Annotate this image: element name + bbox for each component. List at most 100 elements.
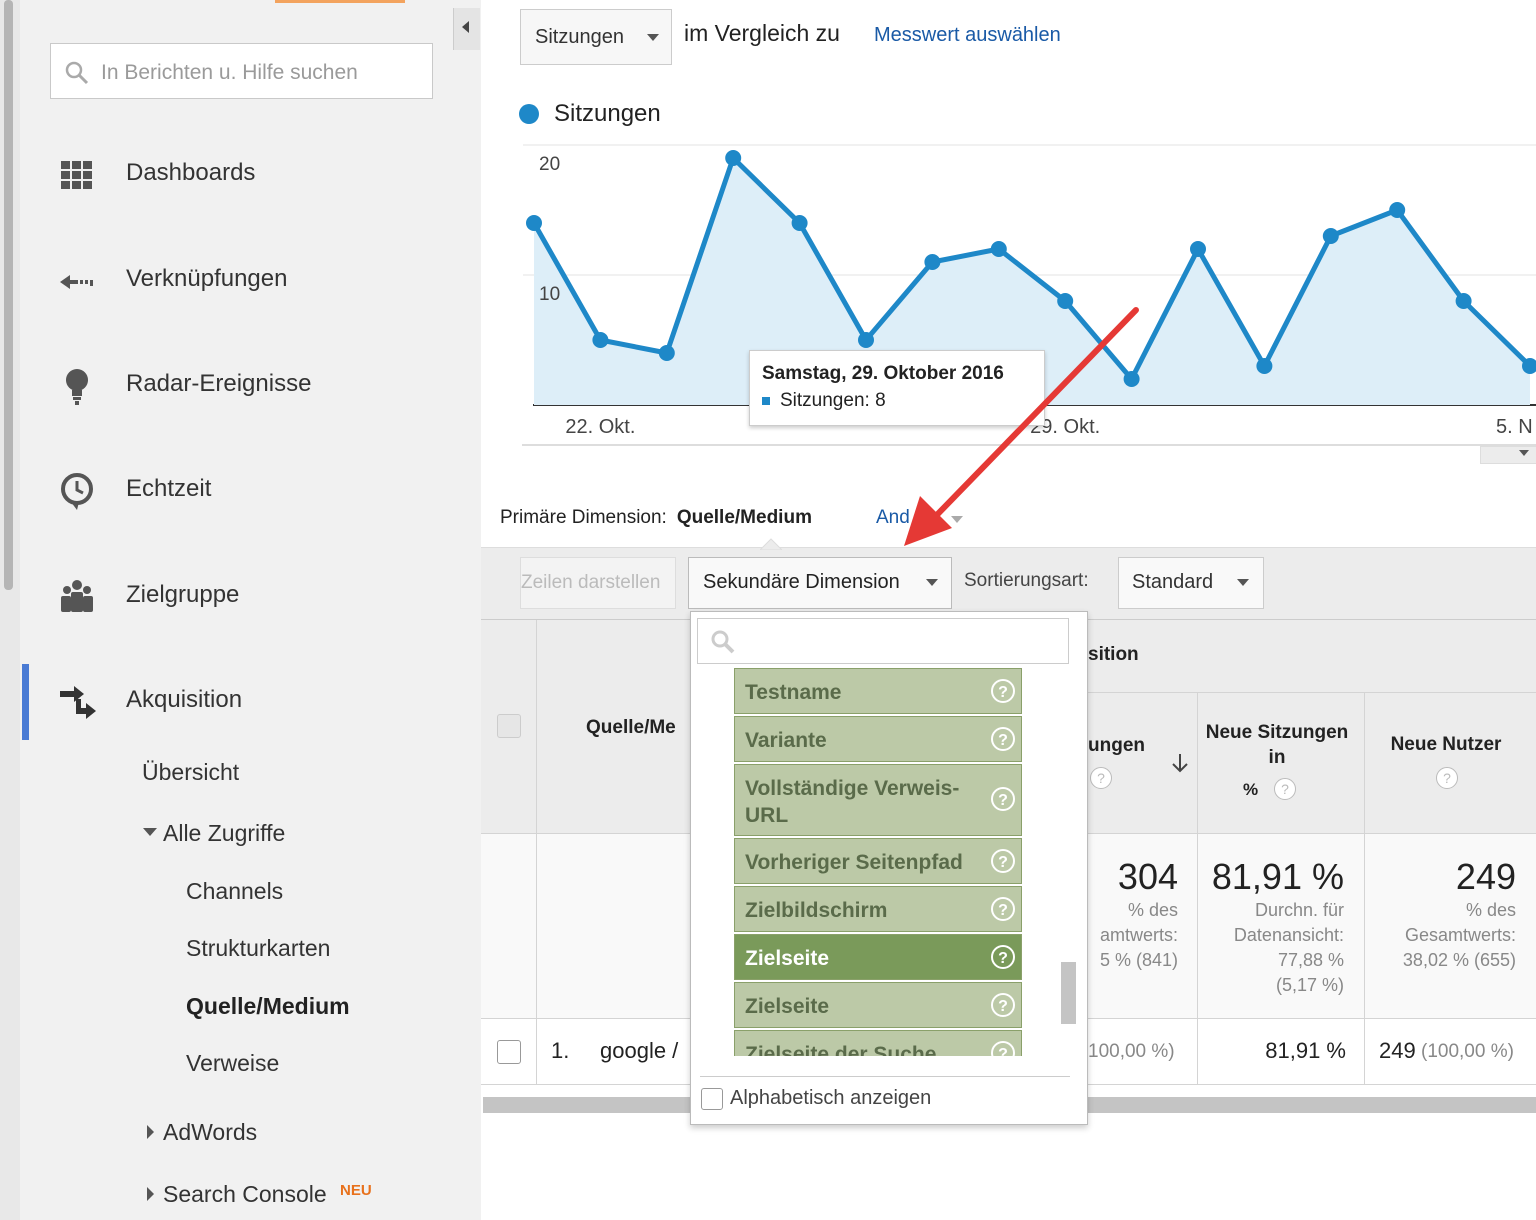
- row-sessions-pct: 100,00 %): [1088, 1041, 1175, 1062]
- data-point[interactable]: [791, 215, 808, 231]
- sort-label: Sortierungsart:: [964, 570, 1089, 591]
- help-icon[interactable]: ?: [991, 945, 1015, 969]
- help-icon[interactable]: ?: [991, 849, 1015, 873]
- sort-select[interactable]: Standard: [1118, 557, 1264, 609]
- sidebar-item-akquisition[interactable]: Akquisition: [58, 681, 438, 721]
- data-point[interactable]: [1190, 241, 1206, 257]
- sidebar-item-label: Echtzeit: [126, 475, 212, 502]
- dimension-option[interactable]: Variante ?: [734, 716, 1022, 762]
- dropdown-scrollbar[interactable]: [1061, 962, 1076, 1024]
- sidebar-item-label: Radar-Ereignisse: [126, 370, 312, 397]
- sidebar-sub-alle-zugriffe[interactable]: Alle Zugriffe: [163, 820, 285, 847]
- help-icon[interactable]: ?: [991, 897, 1015, 921]
- dimension-option[interactable]: Zielseite ?: [734, 982, 1022, 1028]
- dimension-option-label: Zielbildschirm: [745, 899, 888, 922]
- help-icon[interactable]: ?: [991, 993, 1015, 1017]
- primary-dimension-label: Primäre Dimension:: [500, 507, 667, 528]
- data-point[interactable]: [1455, 293, 1472, 309]
- help-icon[interactable]: ?: [1090, 767, 1112, 789]
- data-point[interactable]: [526, 215, 542, 231]
- total-sessions-sub: 5 % (841): [1099, 950, 1178, 970]
- data-point[interactable]: [1322, 228, 1339, 244]
- row-checkbox[interactable]: [497, 1040, 521, 1064]
- sidebar-item-label: Zielgruppe: [126, 581, 240, 608]
- y-tick-label: 20: [539, 154, 560, 175]
- help-icon[interactable]: ?: [991, 1041, 1015, 1056]
- col-new-users-header[interactable]: Neue Nutzer: [1370, 734, 1522, 756]
- dimension-option[interactable]: Zielseite der Suche ?: [734, 1030, 1022, 1056]
- caret-down-icon: [647, 34, 659, 41]
- help-icon[interactable]: ?: [991, 679, 1015, 703]
- metric-select-value: Sitzungen: [535, 26, 624, 48]
- secondary-dimension-label: Sekundäre Dimension: [703, 571, 900, 593]
- dimension-option-selected[interactable]: Zielseite ?: [734, 934, 1022, 980]
- help-icon[interactable]: ?: [1436, 767, 1458, 789]
- primary-dimension-value[interactable]: Quelle/Medium: [677, 507, 812, 528]
- window-scrollbar-thumb[interactable]: [4, 0, 13, 590]
- total-new-users-sub: 38,02 % (655): [1402, 950, 1516, 970]
- alphabetic-checkbox[interactable]: [701, 1088, 723, 1110]
- help-icon[interactable]: ?: [1274, 778, 1296, 800]
- total-sessions-sub: amtwerts:: [1099, 925, 1178, 945]
- sidebar-item-dashboards[interactable]: Dashboards: [58, 154, 438, 194]
- total-new-sessions: 81,91 %: [1211, 856, 1344, 897]
- sidebar-sub-adwords[interactable]: AdWords: [163, 1119, 257, 1146]
- data-point[interactable]: [658, 345, 675, 361]
- annotation-arrow: [904, 307, 1139, 546]
- search-box[interactable]: In Berichten u. Hilfe suchen: [50, 43, 433, 99]
- sidebar-item-radar[interactable]: Radar-Ereignisse: [58, 365, 438, 405]
- sidebar-sub-uebersicht[interactable]: Übersicht: [142, 759, 239, 786]
- collapse-sidebar-button[interactable]: [453, 8, 480, 50]
- dimension-option[interactable]: Testname ?: [734, 668, 1022, 714]
- dimension-option[interactable]: Vorheriger Seitenpfad ?: [734, 838, 1022, 884]
- total-sessions-sub: % des: [1127, 900, 1178, 920]
- help-icon[interactable]: ?: [991, 787, 1015, 811]
- chevron-left-icon: [462, 21, 469, 33]
- dimension-option[interactable]: Zielbildschirm ?: [734, 886, 1022, 932]
- sidebar-sub-search-console[interactable]: Search Console: [163, 1181, 327, 1208]
- secondary-dimension-button[interactable]: Sekundäre Dimension: [688, 557, 952, 609]
- row-index: 1.: [551, 1038, 570, 1063]
- sidebar-sub-quelle-medium[interactable]: Quelle/Medium: [186, 993, 350, 1020]
- col-source-header[interactable]: Quelle/Me: [586, 717, 676, 739]
- help-icon[interactable]: ?: [991, 727, 1015, 751]
- row-new-users: 249: [1379, 1038, 1416, 1063]
- acquisition-group-header: sition: [1088, 644, 1139, 665]
- sidebar-item-echtzeit[interactable]: Echtzeit: [58, 470, 438, 510]
- sidebar-sub-channels[interactable]: Channels: [186, 878, 283, 905]
- sidebar-item-zielgruppe[interactable]: Zielgruppe: [58, 576, 438, 616]
- data-point[interactable]: [990, 241, 1007, 257]
- col-new-sessions-header[interactable]: Neue Sitzungen in: [1204, 720, 1350, 770]
- select-all-checkbox[interactable]: [497, 714, 521, 738]
- data-point[interactable]: [1256, 358, 1273, 374]
- data-point[interactable]: [725, 150, 742, 166]
- sidebar-sub-strukturkarten[interactable]: Strukturkarten: [186, 935, 330, 962]
- plot-rows-button[interactable]: Zeilen darstellen: [520, 557, 676, 609]
- dimension-option[interactable]: Vollständige Verweis-URL ?: [734, 764, 1022, 836]
- caret-right-icon: [147, 1187, 154, 1201]
- sidebar-sub-verweise[interactable]: Verweise: [186, 1050, 279, 1077]
- sort-desc-icon[interactable]: [1170, 752, 1190, 774]
- data-point[interactable]: [858, 332, 874, 348]
- row-source-link[interactable]: google /: [600, 1038, 678, 1064]
- pointer-notch: [760, 538, 782, 550]
- col-new-sessions-pct: %: [1243, 780, 1259, 799]
- sort-select-value: Standard: [1132, 571, 1214, 593]
- tooltip-swatch: [762, 397, 770, 405]
- metric-select[interactable]: Sitzungen: [520, 9, 672, 65]
- search-input[interactable]: In Berichten u. Hilfe suchen: [101, 61, 358, 85]
- alphabetic-label[interactable]: Alphabetisch anzeigen: [730, 1087, 931, 1110]
- choose-metric-link[interactable]: Messwert auswählen: [874, 24, 1061, 47]
- shortcut-arrow-icon: [60, 275, 93, 289]
- data-point[interactable]: [592, 332, 609, 348]
- data-point[interactable]: [1389, 202, 1406, 218]
- col-sessions-header[interactable]: ungen: [1088, 735, 1145, 757]
- dimension-search-input[interactable]: [697, 618, 1069, 664]
- chart-options-tab[interactable]: [1480, 446, 1536, 464]
- legend-label: Sitzungen: [554, 100, 661, 127]
- y-tick-label: 10: [539, 284, 560, 305]
- sidebar-item-verknuepfungen[interactable]: Verknüpfungen: [58, 260, 438, 300]
- total-new-sessions-sub: Durchn. für: [1254, 900, 1344, 920]
- data-point[interactable]: [924, 254, 941, 270]
- window-scrollbar[interactable]: [0, 0, 20, 1220]
